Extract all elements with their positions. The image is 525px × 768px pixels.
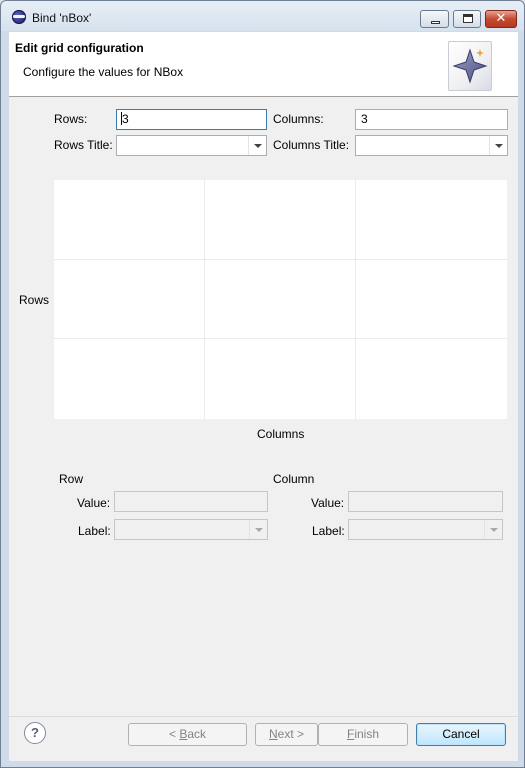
columns-input-value: 3 [361, 112, 368, 126]
grid-cell[interactable] [54, 260, 205, 339]
page-description: Configure the values for NBox [23, 65, 184, 79]
column-label-combo[interactable] [348, 519, 503, 540]
dialog-window: Bind 'nBox' ✕ Edit grid configuration Co… [0, 0, 525, 768]
help-button[interactable]: ? [24, 722, 46, 744]
rows-title-combo[interactable] [116, 135, 267, 156]
wizard-header: Edit grid configuration Configure the va… [9, 32, 518, 97]
column-section-heading: Column [273, 472, 315, 486]
wizard-star-icon [448, 41, 492, 91]
grid-cell[interactable] [356, 260, 507, 339]
row-value-input[interactable] [114, 491, 268, 512]
grid-cell[interactable] [205, 180, 356, 260]
column-value-input[interactable] [348, 491, 503, 512]
column-label-label: Label: [312, 524, 345, 538]
row-label-combo[interactable] [114, 519, 268, 540]
cancel-button-label: Cancel [442, 727, 480, 741]
rows-input[interactable]: 3 [116, 109, 267, 130]
grid-cell[interactable] [205, 339, 356, 419]
next-button-mnemonic: N [268, 727, 278, 741]
column-value-label: Value: [311, 496, 345, 510]
close-button[interactable]: ✕ [485, 10, 517, 28]
back-button-rest: ack [187, 727, 207, 741]
next-button-rest: ext > [277, 727, 305, 741]
grid-cell[interactable] [54, 339, 205, 419]
row-section-heading: Row [59, 472, 84, 486]
back-button-prefix: < [168, 727, 180, 741]
back-button[interactable]: < Back [128, 723, 247, 746]
finish-button-rest: inish [354, 727, 380, 741]
grid-cell[interactable] [356, 180, 507, 260]
page-title: Edit grid configuration [15, 41, 144, 55]
rows-input-value: 3 [122, 112, 129, 126]
row-value-label: Value: [77, 496, 111, 510]
footer-separator [9, 716, 518, 717]
maximize-icon [463, 14, 473, 23]
chevron-down-icon[interactable] [489, 136, 507, 155]
chevron-down-icon[interactable] [484, 520, 502, 539]
row-label-label: Label: [78, 524, 111, 538]
grid-cell[interactable] [54, 180, 205, 260]
cancel-button[interactable]: Cancel [416, 723, 506, 746]
maximize-button[interactable] [453, 10, 481, 28]
grid-cell[interactable] [205, 260, 356, 339]
help-icon: ? [31, 725, 39, 740]
next-button[interactable]: Next > [255, 723, 318, 746]
columns-title-combo[interactable] [355, 135, 508, 156]
columns-axis-label: Columns [257, 427, 305, 441]
chevron-down-icon[interactable] [249, 520, 267, 539]
minimize-button[interactable] [420, 10, 449, 28]
window-title: Bind 'nBox' [32, 11, 92, 25]
minimize-icon [431, 21, 440, 24]
chevron-down-icon[interactable] [248, 136, 266, 155]
rows-axis-label: Rows [19, 293, 50, 307]
columns-input[interactable]: 3 [355, 109, 508, 130]
title-bar[interactable]: Bind 'nBox' ✕ [1, 1, 524, 31]
columns-title-label: Columns Title: [273, 138, 350, 152]
finish-button[interactable]: Finish [318, 723, 408, 746]
eclipse-app-icon [12, 10, 26, 24]
close-icon: ✕ [495, 11, 507, 26]
wizard-content: Edit grid configuration Configure the va… [9, 32, 518, 761]
columns-label: Columns: [273, 112, 324, 126]
grid-preview[interactable] [54, 180, 507, 419]
grid-cell[interactable] [356, 339, 507, 419]
rows-title-label: Rows Title: [54, 138, 113, 152]
rows-label: Rows: [54, 112, 88, 126]
